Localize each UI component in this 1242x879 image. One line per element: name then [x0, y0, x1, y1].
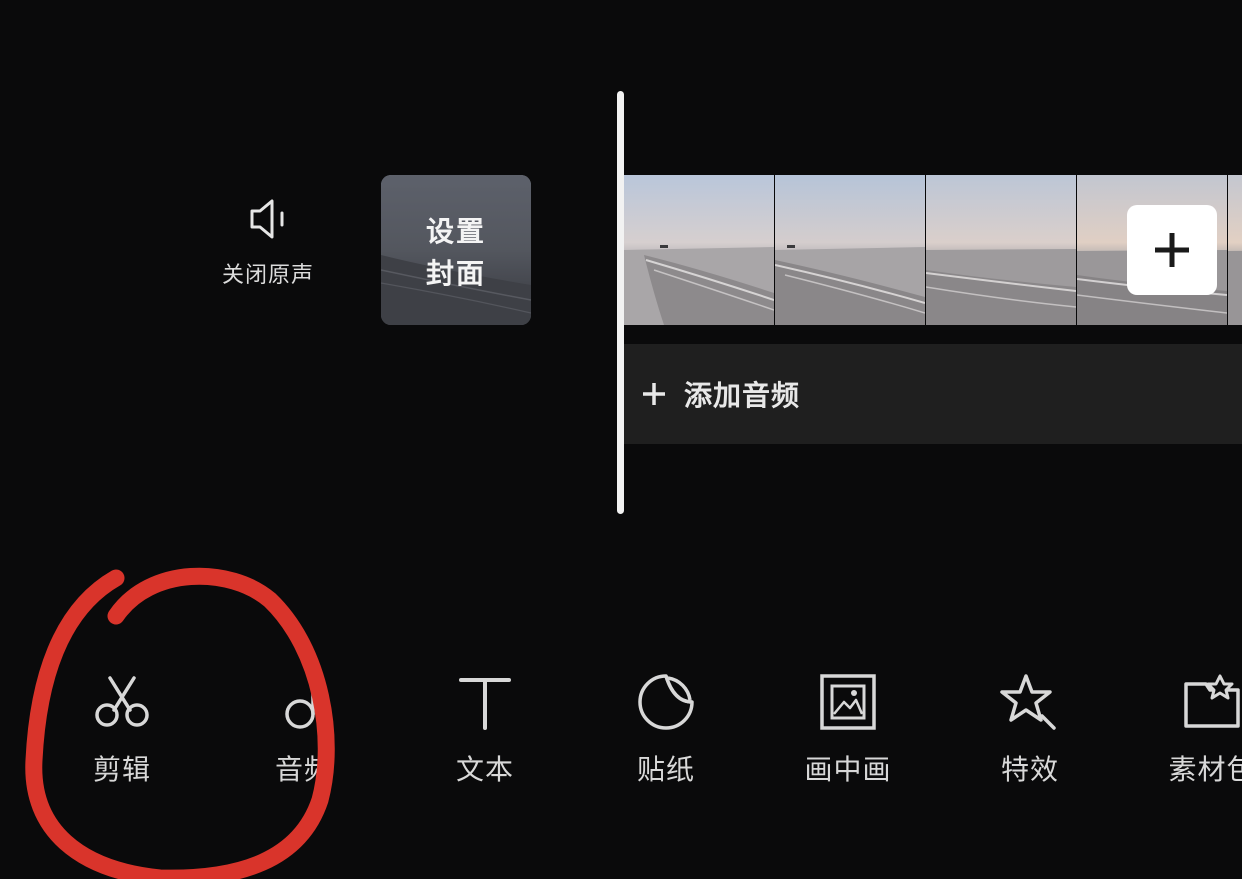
video-frame	[624, 175, 775, 325]
toolbar-item-picture-in-picture[interactable]: 画中画	[778, 670, 918, 788]
video-frame	[775, 175, 926, 325]
toolbar-label: 贴纸	[636, 753, 695, 786]
toolbar-label: 剪辑	[92, 753, 151, 786]
toolbar-label: 画中画	[804, 753, 892, 786]
text-icon	[459, 678, 511, 730]
plus-icon	[643, 383, 665, 405]
speaker-icon	[250, 199, 284, 239]
set-cover-label: 设置 封面	[425, 215, 486, 290]
effects-star-icon	[1000, 674, 1056, 730]
toolbar-label: 特效	[1000, 753, 1059, 786]
add-audio-track[interactable]: 添加音频	[624, 344, 1242, 444]
toolbar-label: 素材包	[1168, 753, 1242, 786]
plus-icon	[1155, 233, 1189, 267]
set-cover-button[interactable]: 设置 封面	[381, 175, 531, 325]
picture-in-picture-icon	[820, 674, 876, 730]
playhead[interactable]	[617, 91, 624, 514]
add-clip-button[interactable]	[1127, 205, 1217, 295]
toolbar-label: 音频	[274, 753, 333, 786]
music-note-icon	[285, 678, 324, 729]
mute-original-sound-button[interactable]: 关闭原声	[205, 195, 331, 305]
toolbar-item-edit[interactable]: 剪辑	[52, 670, 192, 788]
toolbar-label: 文本	[455, 753, 514, 786]
toolbar-item-effects[interactable]: 特效	[960, 670, 1100, 788]
material-pack-icon	[1184, 674, 1240, 728]
toolbar-item-material-pack[interactable]: 素材包	[1142, 670, 1242, 788]
add-audio-label: 添加音频	[684, 379, 801, 412]
video-frame	[1228, 175, 1242, 325]
video-frame	[926, 175, 1077, 325]
toolbar-item-sticker[interactable]: 贴纸	[596, 670, 736, 788]
sticker-icon	[638, 674, 694, 730]
toolbar-item-audio[interactable]: 音频	[234, 670, 374, 788]
mute-label: 关闭原声	[221, 263, 314, 288]
scissors-icon	[95, 676, 149, 727]
toolbar-item-text[interactable]: 文本	[415, 670, 555, 788]
